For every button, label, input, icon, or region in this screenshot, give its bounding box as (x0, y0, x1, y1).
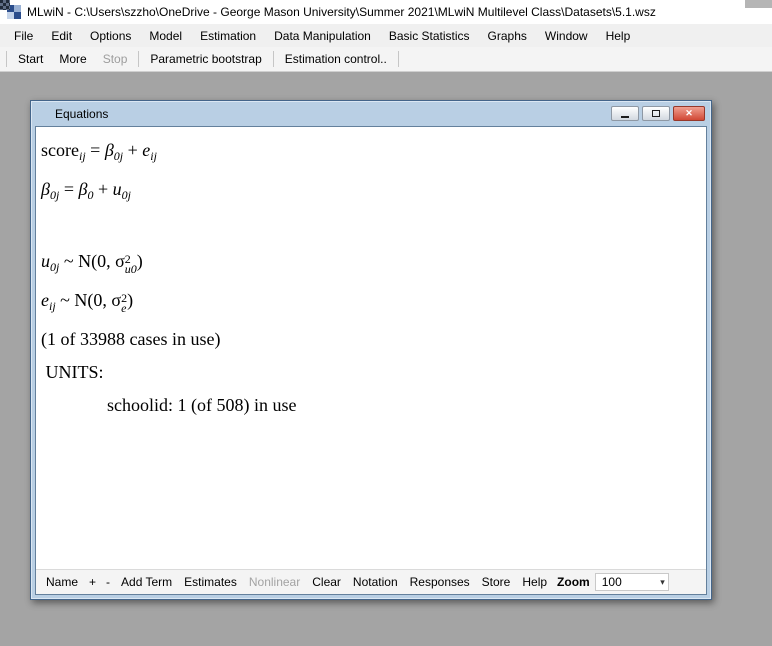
equation-token: β (41, 179, 50, 199)
window-controls: ✕ (611, 106, 705, 121)
name-button[interactable]: Name (40, 572, 84, 592)
menu-item-estimation[interactable]: Estimation (191, 25, 265, 47)
minus-button[interactable]: - (101, 572, 115, 592)
toolbar-separator (273, 51, 274, 67)
equation-token: 0j (114, 149, 123, 163)
add-term-button[interactable]: Add Term (115, 572, 178, 592)
equations-canvas[interactable]: scoreij = β0j + eijβ0j = β0 + u0ju0j ~ N… (36, 127, 706, 569)
minimize-button[interactable] (611, 106, 639, 121)
dropdown-arrow-icon: ▾ (660, 577, 665, 588)
maximize-button[interactable] (642, 106, 670, 121)
clear-button[interactable]: Clear (306, 572, 347, 592)
equation-line[interactable]: UNITS: (41, 356, 700, 389)
notation-button[interactable]: Notation (347, 572, 404, 592)
equation-line[interactable]: β0j = β0 + u0j (41, 173, 700, 212)
app-title-bar: MLwiN - C:\Users\szzho\OneDrive - George… (0, 0, 772, 24)
equation-token: ~ N(0, (59, 251, 115, 271)
equation-token: ) (137, 251, 143, 271)
screen-corner-artifact (0, 0, 10, 10)
equation-token: = (86, 140, 105, 160)
equation-token: ) (127, 290, 133, 310)
toolbar-separator (138, 51, 139, 67)
zoom-label: Zoom (553, 572, 595, 592)
equations-window: Equations ✕ scoreij = β0j + eijβ0j = β0 … (30, 100, 712, 600)
equation-token: σ (111, 290, 121, 310)
stop-button: Stop (95, 48, 136, 70)
equation-token: score (41, 140, 79, 160)
equation-token: ~ N(0, (56, 290, 112, 310)
equation-line[interactable]: (1 of 33988 cases in use) (41, 323, 700, 356)
menu-bar: File Edit Options Model Estimation Data … (0, 24, 772, 47)
equation-token: schoolid: 1 (of 508) in use (107, 395, 296, 415)
plus-button[interactable]: + (84, 572, 101, 592)
client-area: Equations ✕ scoreij = β0j + eijβ0j = β0 … (0, 72, 772, 646)
equation-token: e (41, 290, 49, 310)
toolbar-separator (6, 51, 7, 67)
menu-item-file[interactable]: File (5, 25, 42, 47)
equation-token: + (93, 179, 112, 199)
close-button[interactable]: ✕ (673, 106, 705, 121)
equation-token: u (113, 179, 122, 199)
estimation-control-button[interactable]: Estimation control.. (277, 48, 395, 70)
app-title: MLwiN - C:\Users\szzho\OneDrive - George… (27, 5, 656, 19)
minimize-icon (621, 116, 629, 118)
equation-token: 0j (50, 260, 59, 274)
equation-token: 2u0 (125, 254, 137, 274)
menu-item-edit[interactable]: Edit (42, 25, 81, 47)
parametric-bootstrap-button[interactable]: Parametric bootstrap (142, 48, 269, 70)
maximize-icon (652, 110, 660, 117)
equation-line[interactable]: schoolid: 1 (of 508) in use (41, 389, 700, 422)
equation-token: (1 of 33988 cases in use) (41, 329, 220, 349)
equation-token: 0j (50, 188, 59, 202)
toolbar-separator (398, 51, 399, 67)
more-button[interactable]: More (51, 48, 94, 70)
close-icon: ✕ (685, 109, 693, 118)
menu-item-data-manipulation[interactable]: Data Manipulation (265, 25, 380, 47)
equation-token: u (41, 251, 50, 271)
menu-item-model[interactable]: Model (140, 25, 191, 47)
zoom-value: 100 (602, 575, 622, 589)
equations-footer: Name + - Add Term Estimates Nonlinear Cl… (36, 569, 706, 594)
equation-token: β (105, 140, 114, 160)
menu-item-graphs[interactable]: Graphs (479, 25, 536, 47)
equation-token: 0j (122, 188, 131, 202)
equation-line[interactable]: scoreij = β0j + eij (41, 134, 700, 173)
start-button[interactable]: Start (10, 48, 51, 70)
equation-token: ij (79, 149, 86, 163)
store-button[interactable]: Store (476, 572, 517, 592)
equation-token: + (123, 140, 142, 160)
screen-corner-artifact (745, 0, 772, 8)
equation-token: ij (150, 149, 157, 163)
equation-token: = (59, 179, 78, 199)
equations-title-bar[interactable]: Equations ✕ (35, 101, 707, 126)
equation-token: ij (49, 299, 56, 313)
equation-line[interactable]: u0j ~ N(0, σ2u0) (41, 245, 700, 284)
equation-line[interactable]: eij ~ N(0, σ2e) (41, 284, 700, 323)
menu-item-help[interactable]: Help (597, 25, 640, 47)
menu-item-window[interactable]: Window (536, 25, 597, 47)
responses-button[interactable]: Responses (404, 572, 476, 592)
help-button[interactable]: Help (516, 572, 553, 592)
equations-body: scoreij = β0j + eijβ0j = β0 + u0ju0j ~ N… (35, 126, 707, 595)
menu-item-basic-statistics[interactable]: Basic Statistics (380, 25, 479, 47)
equation-line[interactable] (41, 212, 700, 245)
equations-window-title: Equations (55, 107, 611, 121)
equation-token: UNITS: (41, 362, 104, 382)
equation-token: σ (115, 251, 125, 271)
estimates-button[interactable]: Estimates (178, 572, 243, 592)
nonlinear-button: Nonlinear (243, 572, 306, 592)
tool-bar: Start More Stop Parametric bootstrap Est… (0, 47, 772, 72)
menu-item-options[interactable]: Options (81, 25, 140, 47)
zoom-select[interactable]: 100 ▾ (595, 573, 669, 591)
